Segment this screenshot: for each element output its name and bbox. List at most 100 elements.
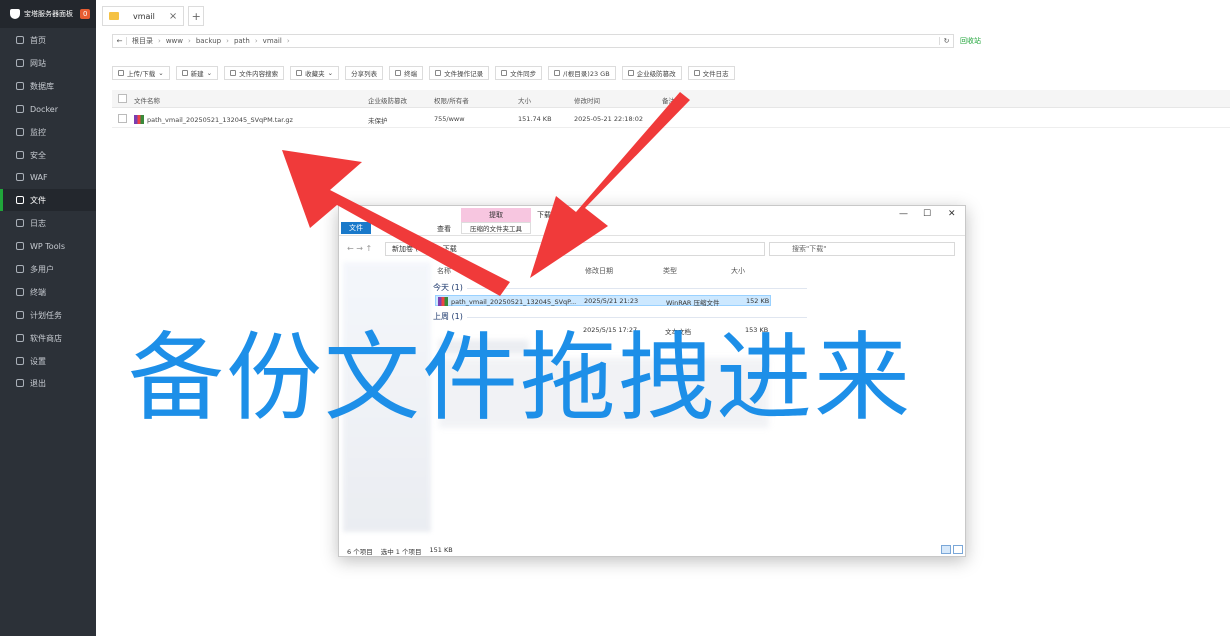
brand-name: 宝塔服务器面板 xyxy=(24,10,73,18)
sidebar-item-terminal[interactable]: 终端 xyxy=(0,281,96,303)
favorites-button[interactable]: 收藏夹 ⌄ xyxy=(290,66,340,80)
file-log-button[interactable]: 文件日志 xyxy=(687,66,735,80)
ribbon-tab-compressed-tools[interactable]: 压缩的文件夹工具 xyxy=(461,222,531,234)
address-downloads[interactable]: 下载 xyxy=(443,244,457,254)
sidebar-item-monitor[interactable]: 监控 xyxy=(0,121,96,143)
sidebar-item-multiuser[interactable]: 多用户 xyxy=(0,258,96,280)
close-icon[interactable]: ✕ xyxy=(948,209,956,219)
sidebar-item-store[interactable]: 软件商店 xyxy=(0,327,96,349)
details-view-icon[interactable] xyxy=(941,545,951,554)
path-bar[interactable]: ← 根目录 › www › backup › path › vmail › ↻ xyxy=(112,34,954,48)
sidebar-item-files[interactable]: 文件 xyxy=(0,189,96,211)
col-date[interactable]: 修改日期 xyxy=(585,266,613,276)
minimize-icon[interactable]: — xyxy=(899,209,908,219)
tab-vmail[interactable]: vmail × xyxy=(102,6,185,26)
row-checkbox[interactable] xyxy=(118,114,127,123)
breadcrumb-vmail[interactable]: vmail xyxy=(258,37,287,45)
breadcrumb-root[interactable]: 根目录 xyxy=(127,36,158,46)
sidebar-item-cron[interactable]: 计划任务 xyxy=(0,304,96,326)
terminal-icon xyxy=(16,288,24,296)
home-icon xyxy=(16,36,24,44)
list-item[interactable]: path_vmail_20250521_132045_SVqP... 2025/… xyxy=(435,295,771,307)
ribbon-tab-file[interactable]: 文件 xyxy=(341,222,371,234)
table-row[interactable]: path_vmail_20250521_132045_SVqPM.tar.gz … xyxy=(112,110,1230,128)
file-name[interactable]: path_vmail_20250521_132045_SVqPM.tar.gz xyxy=(134,115,293,124)
explorer-search-input[interactable]: 搜索"下载" xyxy=(769,242,955,256)
back-arrow-icon[interactable]: ← xyxy=(113,37,127,45)
col-mtime[interactable]: 修改时间 xyxy=(574,95,600,105)
shield-icon xyxy=(16,151,24,159)
address-bar[interactable]: 新加卷 (C:) › 下载 xyxy=(385,242,765,256)
screen: 宝塔服务器面板 0 首页 网站 数据库 Docker 监控 安全 WAF 文件 … xyxy=(0,0,1230,636)
col-protect: 企业级防篡改 xyxy=(368,97,407,105)
breadcrumb-path[interactable]: path xyxy=(229,37,255,45)
sidebar-item-website[interactable]: 网站 xyxy=(0,52,96,74)
file-sync-button[interactable]: 文件同步 xyxy=(495,66,543,80)
sidebar-item-security[interactable]: 安全 xyxy=(0,144,96,166)
sidebar-item-logout[interactable]: 退出 xyxy=(0,372,96,394)
new-folder-icon xyxy=(181,70,188,76)
lock-icon xyxy=(627,70,634,76)
sidebar-item-waf[interactable]: WAF xyxy=(0,166,96,188)
bt-logo-icon xyxy=(10,9,20,19)
sidebar-item-logs[interactable]: 日志 xyxy=(0,212,96,234)
breadcrumb-www[interactable]: www xyxy=(161,37,188,45)
select-all-checkbox[interactable] xyxy=(118,94,127,103)
new-button[interactable]: 新建 ⌄ xyxy=(175,66,219,80)
window-title: 下载 xyxy=(537,211,551,219)
maximize-icon[interactable]: ☐ xyxy=(923,209,931,219)
refresh-icon[interactable]: ↻ xyxy=(939,37,953,45)
ribbon-tab-view[interactable]: 查看 xyxy=(437,224,451,234)
group-today[interactable]: 今天 (1) xyxy=(433,282,463,293)
file-perm[interactable]: 755/www xyxy=(434,115,465,123)
disk-usage-button[interactable]: /(根目录)23 GB xyxy=(548,66,616,80)
sidebar-item-settings[interactable]: 设置 xyxy=(0,350,96,372)
wordpress-icon xyxy=(16,242,24,250)
overlay-caption: 备份文件拖拽进来 xyxy=(128,322,912,434)
winrar-icon xyxy=(438,297,448,306)
nav-arrows-icon[interactable]: ← → ↑ xyxy=(347,244,372,253)
col-name[interactable]: 名称 xyxy=(437,266,451,276)
upload-icon xyxy=(118,70,124,76)
folder-icon xyxy=(16,196,24,204)
col-note: 备注 xyxy=(662,97,675,105)
monitor-icon xyxy=(16,128,24,136)
col-name[interactable]: 文件名称 xyxy=(134,95,160,105)
breadcrumb-backup[interactable]: backup xyxy=(191,37,226,45)
add-tab-button[interactable]: + xyxy=(188,6,205,26)
col-size[interactable]: 大小 xyxy=(518,95,531,105)
group-last-week[interactable]: 上周 (1) xyxy=(433,311,463,322)
content-search-button[interactable]: 文件内容搜索 xyxy=(224,66,285,80)
log-icon xyxy=(16,219,24,227)
sidebar-item-home[interactable]: 首页 xyxy=(0,29,96,51)
col-perm: 权限/所有者 xyxy=(434,97,469,105)
upload-download-button[interactable]: 上传/下载 ⌄ xyxy=(112,66,170,80)
tab-bar: vmail × + xyxy=(102,6,205,28)
col-type[interactable]: 类型 xyxy=(663,266,677,276)
history-icon xyxy=(435,70,442,76)
sidebar-item-wp-tools[interactable]: WP Tools xyxy=(0,235,96,257)
status-bar: 6 个项目 选中 1 个项目 151 KB xyxy=(347,546,453,556)
store-icon xyxy=(16,334,24,342)
sidebar-item-database[interactable]: 数据库 xyxy=(0,75,96,97)
share-list-button[interactable]: 分享列表 xyxy=(345,66,384,80)
tiles-view-icon[interactable] xyxy=(953,545,963,554)
brand: 宝塔服务器面板 0 xyxy=(0,0,96,28)
protect-status[interactable]: 未保护 xyxy=(368,115,388,125)
terminal-icon xyxy=(395,70,402,76)
operation-log-button[interactable]: 文件操作记录 xyxy=(429,66,490,80)
notification-badge[interactable]: 0 xyxy=(80,9,91,19)
col-size[interactable]: 大小 xyxy=(731,266,745,276)
file-table-header: 文件名称 企业级防篡改 权限/所有者 大小 修改时间 备注 xyxy=(112,90,1230,108)
gear-icon xyxy=(16,357,24,365)
address-drive[interactable]: 新加卷 (C:) xyxy=(392,244,428,254)
search-icon xyxy=(230,70,237,76)
close-icon[interactable]: × xyxy=(169,11,177,22)
sidebar-item-docker[interactable]: Docker xyxy=(0,98,96,120)
clock-icon xyxy=(16,311,24,319)
terminal-button[interactable]: 终端 xyxy=(389,66,424,80)
tamper-proof-button[interactable]: 企业级防篡改 xyxy=(621,66,682,80)
star-icon xyxy=(296,70,303,76)
recycle-bin-link[interactable]: 回收站 xyxy=(960,36,981,46)
globe-icon xyxy=(16,59,24,67)
